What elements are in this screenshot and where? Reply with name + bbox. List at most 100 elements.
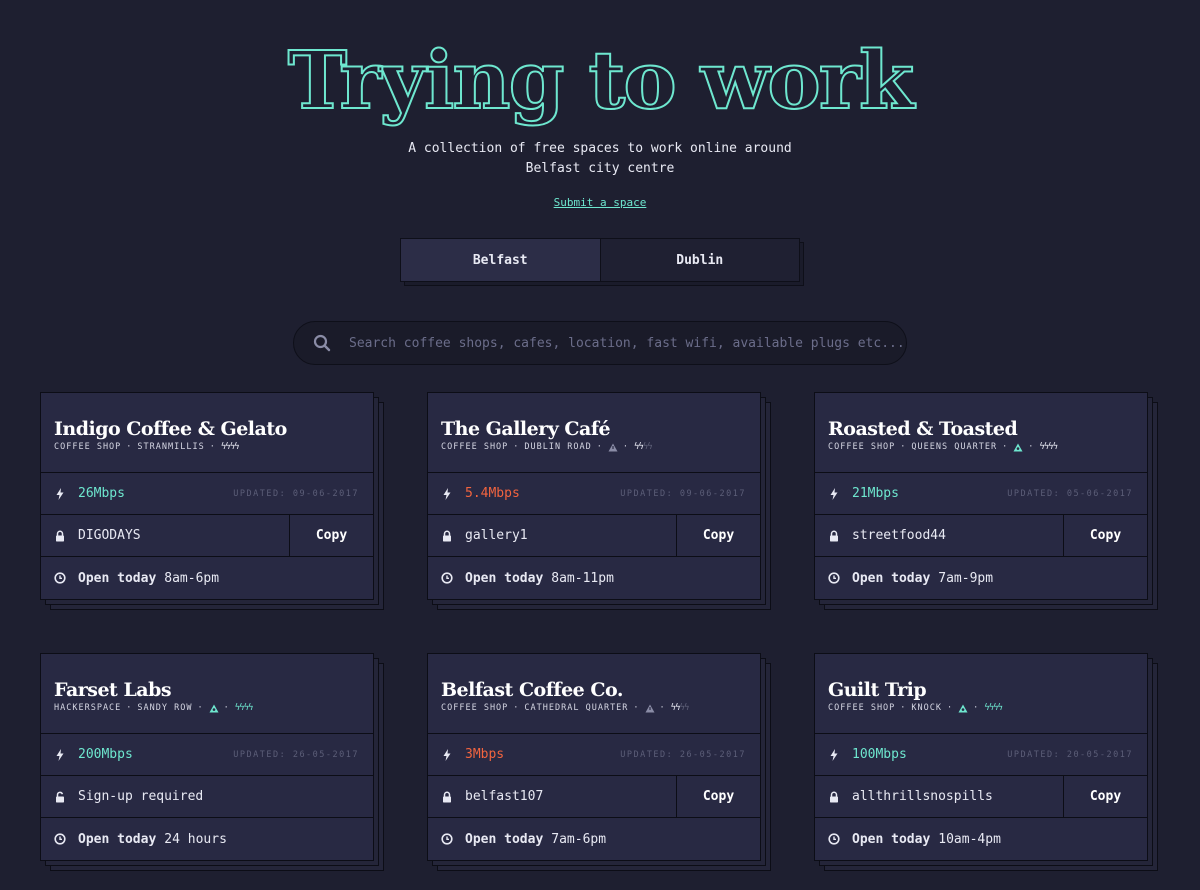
warning-icon (645, 704, 655, 713)
space-meta: HACKERSPACE · SANDY ROW · · ϟϟϟϟ (54, 703, 373, 713)
card-body: Belfast Coffee Co. COFFEE SHOP · CATHEDRAL … (427, 653, 761, 861)
tab-dublin[interactable]: Dublin (600, 239, 799, 281)
password-row: streetfood44 Copy (815, 514, 1147, 557)
space-name: The Gallery Café (441, 418, 611, 440)
hours-row: Open today 8am-6pm (41, 557, 373, 599)
clock-icon (828, 572, 840, 584)
space-type: COFFEE SHOP (441, 703, 509, 713)
meta-separator: · (947, 703, 954, 713)
space-type: COFFEE SHOP (828, 442, 896, 452)
wifi-password: allthrillsnospills (852, 789, 993, 804)
space-card: Farset Labs HACKERSPACE · SANDY ROW · · ϟϟϟϟ 20… (40, 653, 384, 871)
meta-separator: · (973, 703, 980, 713)
speed-row: 200Mbps UPDATED: 26-05-2017 (41, 734, 373, 776)
updated-date: UPDATED: 26-05-2017 (233, 749, 359, 760)
hours-row: Open today 7am-6pm (428, 818, 760, 860)
space-type: COFFEE SHOP (54, 442, 122, 452)
bolt-icon (828, 748, 840, 761)
space-meta: COFFEE SHOP · DUBLIN ROAD · · ϟϟϟϟ (441, 442, 760, 452)
space-meta: COFFEE SHOP · CATHEDRAL QUARTER · · ϟϟϟϟ (441, 703, 760, 713)
wifi-rating: ϟϟϟϟ (671, 703, 690, 713)
city-tabs: Belfast Dublin (400, 238, 804, 286)
copy-button[interactable]: Copy (1063, 775, 1147, 818)
card-header: Indigo Coffee & Gelato COFFEE SHOP · STRANM… (41, 393, 373, 473)
speed-row: 3Mbps UPDATED: 26-05-2017 (428, 734, 760, 776)
search-bar[interactable] (293, 321, 907, 365)
bolt-icon: ϟ (234, 442, 240, 452)
clock-icon (828, 833, 840, 845)
password-row: DIGODAYS Copy (41, 514, 373, 557)
space-card: Indigo Coffee & Gelato COFFEE SHOP · STRANM… (40, 392, 384, 610)
space-type: COFFEE SHOP (828, 703, 896, 713)
space-meta: COFFEE SHOP · KNOCK · · ϟϟϟϟ (828, 703, 1147, 713)
search-input[interactable] (347, 334, 906, 352)
hours-row: Open today 7am-9pm (815, 557, 1147, 599)
submit-link-container: Submit a space (0, 196, 1200, 209)
space-card: Roasted & Toasted COFFEE SHOP · QUEENS QUAR… (814, 392, 1158, 610)
wifi-speed: 100Mbps (852, 747, 907, 762)
open-today-label: Open today (465, 831, 544, 847)
speed-row: 21Mbps UPDATED: 05-06-2017 (815, 473, 1147, 515)
lock-icon (54, 530, 66, 542)
updated-date: UPDATED: 26-05-2017 (620, 749, 746, 760)
space-area: QUEENS QUARTER (911, 442, 998, 452)
copy-button[interactable]: Copy (1063, 514, 1147, 557)
card-header: The Gallery Café COFFEE SHOP · DUBLIN ROAD ·… (428, 393, 760, 473)
tab-belfast[interactable]: Belfast (401, 239, 601, 281)
meta-separator: · (900, 703, 907, 713)
copy-button[interactable]: Copy (676, 514, 760, 557)
clock-icon (54, 572, 66, 584)
space-area: KNOCK (911, 703, 943, 713)
card-header: Farset Labs HACKERSPACE · SANDY ROW · · ϟϟϟϟ (41, 654, 373, 734)
card-header: Roasted & Toasted COFFEE SHOP · QUEENS QUAR… (815, 393, 1147, 473)
meta-separator: · (126, 442, 133, 452)
open-today-label: Open today (852, 570, 931, 586)
space-name: Belfast Coffee Co. (441, 679, 623, 701)
bolt-icon (54, 748, 66, 761)
city-tab-bar: Belfast Dublin (400, 238, 800, 282)
copy-button[interactable]: Copy (289, 514, 373, 557)
open-today-label: Open today (465, 570, 544, 586)
wifi-rating: ϟϟϟϟ (221, 442, 240, 452)
meta-separator: · (1002, 442, 1009, 452)
bolt-icon (54, 487, 66, 500)
lock-icon (828, 530, 840, 542)
space-name: Roasted & Toasted (828, 418, 1018, 440)
password-row: belfast107 Copy (428, 775, 760, 818)
space-name: Farset Labs (54, 679, 172, 701)
wifi-password: Sign-up required (78, 789, 204, 804)
bolt-icon: ϟ (683, 703, 690, 713)
card-body: Guilt Trip COFFEE SHOP · KNOCK · · ϟϟϟϟ 100Mbps… (814, 653, 1148, 861)
warning-icon (608, 443, 618, 452)
power-plug-icon (958, 704, 968, 713)
space-type: COFFEE SHOP (441, 442, 509, 452)
opening-hours: 7am-9pm (938, 570, 994, 586)
meta-separator: · (900, 442, 907, 452)
password-row: gallery1 Copy (428, 514, 760, 557)
open-today-label: Open today (78, 831, 157, 847)
speed-row: 26Mbps UPDATED: 09-06-2017 (41, 473, 373, 515)
opening-hours: 8am-6pm (164, 570, 220, 586)
wifi-speed: 3Mbps (465, 747, 505, 762)
subtitle-line-2: Belfast city centre (525, 161, 675, 176)
wifi-rating: ϟϟϟϟ (634, 442, 653, 452)
meta-separator: · (513, 703, 520, 713)
space-area: DUBLIN ROAD (524, 442, 592, 452)
card-body: Roasted & Toasted COFFEE SHOP · QUEENS QUAR… (814, 392, 1148, 600)
space-area: SANDY ROW (137, 703, 193, 713)
space-type: HACKERSPACE (54, 703, 122, 713)
clock-icon (441, 833, 453, 845)
bolt-icon: ϟ (1052, 442, 1059, 452)
card-body: The Gallery Café COFFEE SHOP · DUBLIN ROAD ·… (427, 392, 761, 600)
space-card: Guilt Trip COFFEE SHOP · KNOCK · · ϟϟϟϟ 100Mbps… (814, 653, 1158, 871)
copy-button[interactable]: Copy (676, 775, 760, 818)
page-title: Trying to work (287, 32, 916, 128)
meta-separator: · (223, 703, 230, 713)
page-subtitle: A collection of free spaces to work onli… (400, 139, 800, 179)
subtitle-line-1: A collection of free spaces to work onli… (408, 141, 792, 156)
wifi-password: belfast107 (465, 789, 544, 804)
wifi-password: streetfood44 (852, 528, 946, 543)
submit-space-link[interactable]: Submit a space (554, 196, 647, 209)
bolt-icon (441, 748, 453, 761)
space-meta: COFFEE SHOP · QUEENS QUARTER · · ϟϟϟϟ (828, 442, 1147, 452)
